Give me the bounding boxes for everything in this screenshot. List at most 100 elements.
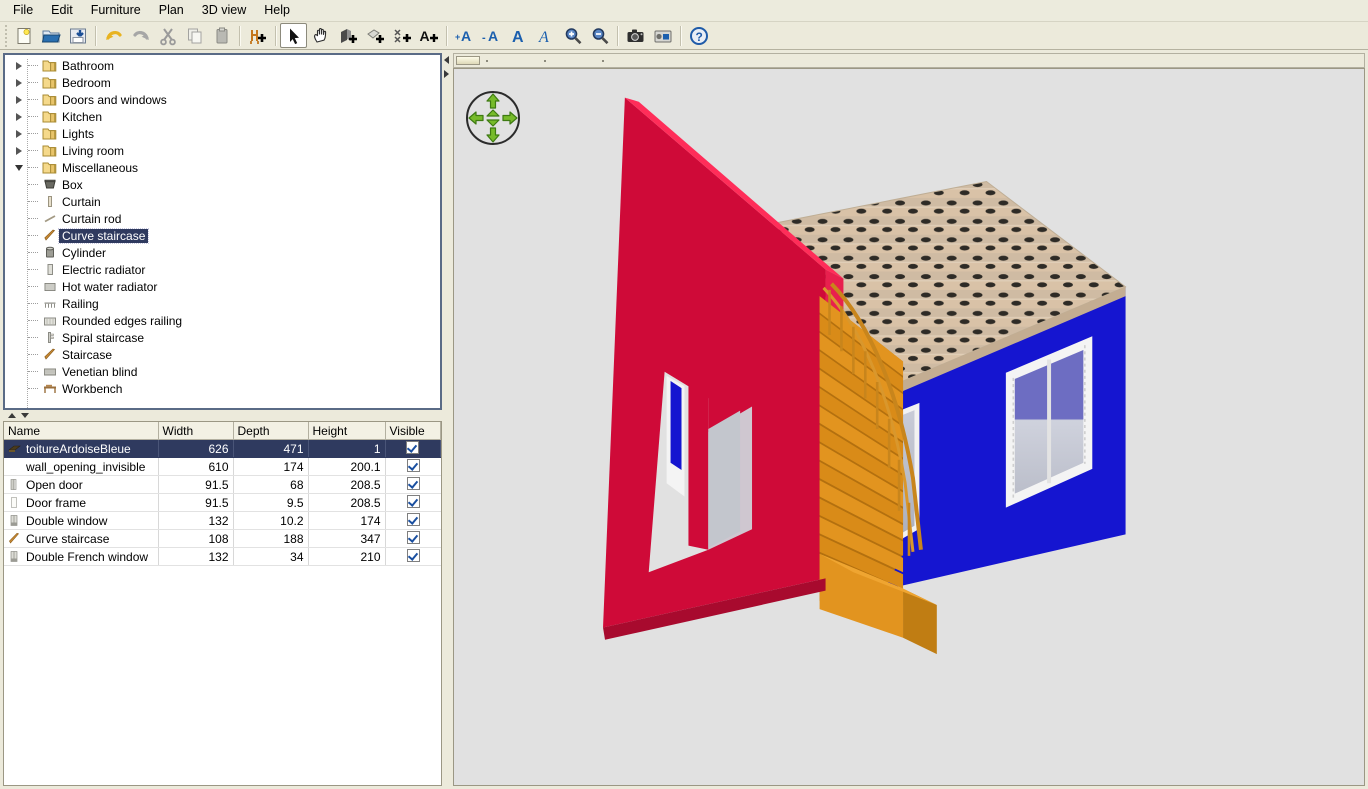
navigation-compass[interactable]: [464, 89, 522, 147]
tree-category-doors-and-windows[interactable]: Doors and windows: [5, 91, 440, 108]
expand-toggle-icon[interactable]: [11, 146, 26, 155]
horizontal-splitter[interactable]: [3, 410, 442, 421]
table-row[interactable]: Double French window 132 34 210: [4, 547, 441, 566]
tree-item-hot-water-radiator[interactable]: Hot water radiator: [5, 278, 440, 295]
tree-item-rounded-edges-railing[interactable]: Rounded edges railing: [5, 312, 440, 329]
italic-style-button[interactable]: A: [532, 23, 559, 48]
tree-category-lights[interactable]: Lights: [5, 125, 440, 142]
tree-category-kitchen[interactable]: Kitchen: [5, 108, 440, 125]
cell-visible[interactable]: [385, 493, 441, 512]
open-home-button[interactable]: [37, 23, 64, 48]
cell-visible[interactable]: [385, 511, 441, 530]
menu-item-furniture[interactable]: Furniture: [82, 1, 150, 20]
menu-item-3d-view[interactable]: 3D view: [193, 1, 255, 20]
paste-button[interactable]: [208, 23, 235, 48]
bold-style-button[interactable]: A: [505, 23, 532, 48]
column-header-height[interactable]: Height: [308, 422, 386, 440]
table-row[interactable]: toitureArdoiseBleue 626 471 1: [4, 439, 441, 458]
cell-visible[interactable]: [385, 547, 441, 566]
furniture-table[interactable]: Name Width Depth Height Visible toitureA…: [3, 421, 442, 786]
table-row[interactable]: wall_opening_invisible 610 174 200.1: [4, 457, 441, 476]
expand-toggle-icon[interactable]: [11, 112, 26, 121]
menu-item-plan[interactable]: Plan: [150, 1, 193, 20]
save-home-button[interactable]: [64, 23, 91, 48]
cell-width: 610: [158, 457, 234, 476]
copy-button[interactable]: [181, 23, 208, 48]
tree-item-curtain-rod[interactable]: Curtain rod: [5, 210, 440, 227]
tree-item-curve-staircase[interactable]: Curve staircase: [5, 227, 440, 244]
decrease-text-size-button[interactable]: A-: [478, 23, 505, 48]
expand-toggle-icon[interactable]: [11, 61, 26, 70]
cut-button[interactable]: [154, 23, 181, 48]
tree-category-miscellaneous[interactable]: Miscellaneous: [5, 159, 440, 176]
create-dimensions-button[interactable]: [388, 23, 415, 48]
add-furniture-button[interactable]: [244, 23, 271, 48]
tree-dash-icon: [26, 312, 40, 329]
cell-visible[interactable]: [385, 475, 441, 494]
column-header-name[interactable]: Name: [4, 422, 159, 440]
tree-dash-icon: [26, 346, 40, 363]
expand-toggle-icon[interactable]: [11, 95, 26, 104]
table-row[interactable]: Door frame 91.5 9.5 208.5: [4, 493, 441, 512]
zoom-out-button[interactable]: [586, 23, 613, 48]
3d-view-canvas[interactable]: [453, 68, 1365, 786]
tree-category-bathroom[interactable]: Bathroom: [5, 57, 440, 74]
visible-checkbox[interactable]: [406, 513, 420, 526]
expand-toggle-icon[interactable]: [11, 129, 26, 138]
splitter-left-arrow-icon[interactable]: [444, 56, 449, 64]
splitter-up-arrow-icon[interactable]: [8, 413, 16, 418]
tree-item-box[interactable]: Box: [5, 176, 440, 193]
column-header-width[interactable]: Width: [158, 422, 234, 440]
plan-ruler-strip[interactable]: [453, 53, 1365, 68]
visible-checkbox[interactable]: [406, 459, 420, 472]
table-row[interactable]: Curve staircase 108 188 347: [4, 529, 441, 548]
visible-checkbox[interactable]: [406, 549, 420, 562]
menu-item-edit[interactable]: Edit: [42, 1, 82, 20]
tree-category-living-room[interactable]: Living room: [5, 142, 440, 159]
expand-toggle-icon[interactable]: [11, 78, 26, 87]
splitter-down-arrow-icon[interactable]: [21, 413, 29, 418]
tree-item-workbench[interactable]: Workbench: [5, 380, 440, 397]
vertical-splitter[interactable]: [444, 50, 450, 789]
table-row[interactable]: Double window 132 10.2 174: [4, 511, 441, 530]
create-walls-button[interactable]: [334, 23, 361, 48]
ruler-handle[interactable]: [456, 56, 480, 65]
cell-height: 208.5: [308, 475, 386, 494]
cell-visible[interactable]: [385, 439, 441, 458]
cell-visible[interactable]: [385, 457, 441, 476]
zoom-in-button[interactable]: [559, 23, 586, 48]
visible-checkbox[interactable]: [406, 495, 420, 508]
furniture-catalog-tree[interactable]: Bathroom Bedroom Doors and windows Kitch…: [3, 53, 442, 410]
new-home-button[interactable]: [10, 23, 37, 48]
undo-button[interactable]: [100, 23, 127, 48]
menu-item-file[interactable]: File: [4, 1, 42, 20]
visible-checkbox[interactable]: [406, 441, 420, 454]
create-rooms-button[interactable]: [361, 23, 388, 48]
create-video-button[interactable]: [649, 23, 676, 48]
cell-visible[interactable]: [385, 529, 441, 548]
redo-button[interactable]: [127, 23, 154, 48]
table-row[interactable]: Open door 91.5 68 208.5: [4, 475, 441, 494]
tree-item-spiral-staircase[interactable]: Spiral staircase: [5, 329, 440, 346]
menu-item-help[interactable]: Help: [255, 1, 299, 20]
visible-checkbox[interactable]: [406, 477, 420, 490]
column-header-depth[interactable]: Depth: [233, 422, 309, 440]
add-text-button[interactable]: A: [415, 23, 442, 48]
toolbar-grip[interactable]: [2, 24, 10, 47]
tree-item-railing[interactable]: Railing: [5, 295, 440, 312]
tree-item-electric-radiator[interactable]: Electric radiator: [5, 261, 440, 278]
collapse-toggle-icon[interactable]: [11, 164, 26, 171]
tree-item-cylinder[interactable]: Cylinder: [5, 244, 440, 261]
select-mode-button[interactable]: [280, 23, 307, 48]
tree-category-bedroom[interactable]: Bedroom: [5, 74, 440, 91]
tree-item-curtain[interactable]: Curtain: [5, 193, 440, 210]
tree-item-staircase[interactable]: Staircase: [5, 346, 440, 363]
splitter-right-arrow-icon[interactable]: [444, 70, 449, 78]
column-header-visible[interactable]: Visible: [385, 422, 441, 440]
help-button[interactable]: ?: [685, 23, 712, 48]
create-photo-button[interactable]: [622, 23, 649, 48]
increase-text-size-button[interactable]: A +: [451, 23, 478, 48]
visible-checkbox[interactable]: [406, 531, 420, 544]
pan-mode-button[interactable]: [307, 23, 334, 48]
tree-item-venetian-blind[interactable]: Venetian blind: [5, 363, 440, 380]
